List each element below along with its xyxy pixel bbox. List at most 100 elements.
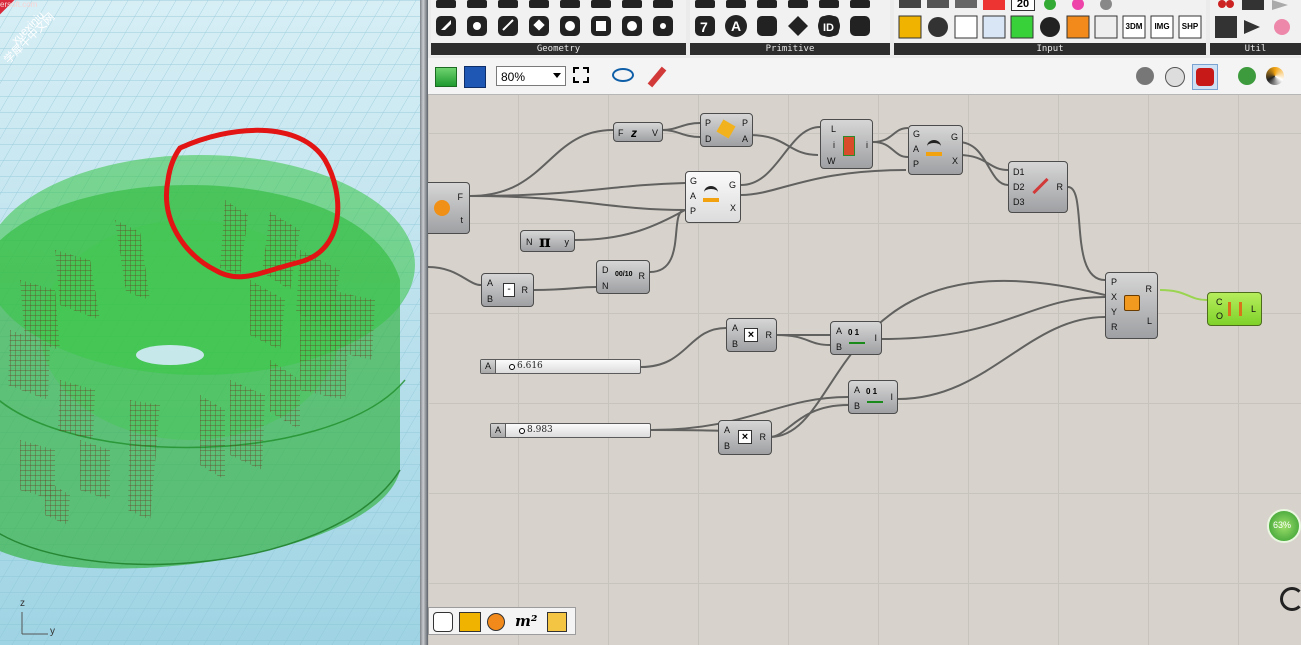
area-icon[interactable]: m² [515, 612, 537, 630]
port-out[interactable]: R [639, 271, 646, 281]
sketch-pen-icon[interactable] [647, 66, 667, 88]
component-lines[interactable]: C O L [1207, 292, 1262, 326]
bake-icon[interactable] [1238, 67, 1256, 85]
port-in[interactable]: A [487, 278, 493, 288]
graph-icon[interactable] [459, 612, 481, 632]
port-in[interactable]: B [487, 294, 493, 304]
port-in[interactable]: D1 [1013, 167, 1025, 177]
port-in[interactable]: D2 [1013, 182, 1025, 192]
zoom-select[interactable]: 80% [496, 66, 566, 86]
preview-shaded-icon[interactable] [1165, 67, 1185, 87]
port-in[interactable]: D [705, 134, 712, 144]
color-wheel-icon[interactable] [1266, 67, 1284, 85]
open-file-icon[interactable] [435, 67, 457, 87]
port-in[interactable]: B [854, 401, 860, 411]
save-file-icon[interactable] [464, 66, 486, 88]
port-in[interactable]: P [1111, 277, 1117, 287]
component-range-2[interactable]: A B 0 1 I [848, 380, 898, 414]
port-in[interactable]: D3 [1013, 197, 1025, 207]
port-out[interactable]: G [951, 132, 958, 142]
port-in[interactable]: A [690, 191, 696, 201]
port-out[interactable]: I [874, 333, 877, 343]
number-slider-2[interactable]: A 8.983 [490, 423, 651, 438]
port-in[interactable]: F [618, 128, 624, 138]
port-out[interactable]: t [460, 215, 463, 225]
port-in[interactable]: P [690, 206, 696, 216]
port-in[interactable]: D [602, 265, 609, 275]
port-in[interactable]: N [526, 237, 533, 247]
viewport-splitter[interactable] [420, 0, 428, 645]
port-out[interactable]: F [458, 192, 464, 202]
input-icon-20[interactable]: 20 [1011, 0, 1035, 11]
port-out[interactable]: R [1146, 284, 1153, 294]
navigation-compass[interactable] [1280, 587, 1301, 611]
zoom-extents-icon[interactable] [573, 67, 589, 83]
component-deconstruct-z[interactable]: F V z [613, 122, 663, 142]
port-out[interactable]: R [760, 432, 767, 442]
port-out[interactable]: R [522, 285, 529, 295]
port-in[interactable]: W [827, 156, 836, 166]
port-in[interactable]: A [732, 323, 738, 333]
port-in[interactable]: i [833, 140, 835, 150]
port-in[interactable]: A [724, 425, 730, 435]
port-out[interactable]: V [652, 128, 658, 138]
preview-eye-icon[interactable] [612, 68, 634, 82]
number-slider-1[interactable]: A 6.616 [480, 359, 641, 374]
rhino-viewport[interactable]: xuexiniu 学犀牛中文网 ersoft.com z y [0, 0, 420, 645]
port-in[interactable]: B [732, 339, 738, 349]
port-out[interactable]: P [742, 118, 748, 128]
input-icon-shp[interactable]: SHP [1179, 22, 1201, 31]
port-out[interactable]: I [890, 392, 893, 402]
port-out[interactable]: y [565, 237, 570, 247]
port-out[interactable]: i [866, 140, 868, 150]
port-out[interactable]: X [952, 156, 958, 166]
port-out[interactable]: R [1057, 182, 1064, 192]
port-in[interactable]: X [1111, 292, 1117, 302]
slider-knob[interactable] [519, 428, 525, 434]
port-out[interactable]: G [729, 180, 736, 190]
preview-wire-icon[interactable] [1136, 67, 1154, 85]
component-merge[interactable]: D1 D2 D3 R [1008, 161, 1068, 213]
port-in[interactable]: A [854, 385, 860, 395]
port-in[interactable]: B [724, 441, 730, 451]
component-rotate-2[interactable]: G A P G X [685, 171, 741, 223]
port-in[interactable]: R [1111, 322, 1118, 332]
component-multiply-2[interactable]: A B × R [718, 420, 772, 455]
sphere-icon[interactable] [433, 612, 453, 632]
port-in[interactable]: G [913, 129, 920, 139]
clock-icon[interactable] [487, 613, 505, 631]
port-out[interactable]: L [1147, 316, 1152, 326]
component-division[interactable]: D N 00/10 R [596, 260, 650, 294]
port-in[interactable]: L [831, 124, 836, 134]
port-out[interactable]: A [742, 134, 748, 144]
grasshopper-canvas[interactable]: F t F V z P D P A L i W i G A P G X D1 D… [428, 95, 1301, 645]
arrow-up-icon[interactable] [547, 612, 567, 632]
component-list-item[interactable]: L i W i [820, 119, 873, 169]
port-in[interactable]: A [913, 144, 919, 154]
port-in[interactable]: O [1216, 311, 1223, 321]
port-out[interactable]: X [730, 203, 736, 213]
port-in[interactable]: G [690, 176, 697, 186]
minus-icon: - [503, 283, 515, 297]
port-in[interactable]: N [602, 281, 609, 291]
input-icon-3dm[interactable]: 3DM [1123, 22, 1145, 31]
port-in[interactable]: B [836, 342, 842, 352]
port-in[interactable]: P [913, 159, 919, 169]
port-in[interactable]: C [1216, 297, 1223, 307]
slider-knob[interactable] [509, 364, 515, 370]
component-plane-normal[interactable]: P D P A [700, 113, 753, 147]
component-graph-mapper[interactable]: P X Y R R L [1105, 272, 1158, 339]
component-range-1[interactable]: A B 0 1 I [830, 321, 882, 355]
component-subtract[interactable]: A B - R [481, 273, 534, 307]
port-in[interactable]: A [836, 326, 842, 336]
component-pi[interactable]: N π y [520, 230, 575, 252]
port-in[interactable]: P [705, 118, 711, 128]
port-in[interactable]: Y [1111, 307, 1117, 317]
component-multiply-1[interactable]: A B × R [726, 318, 777, 352]
input-icon-img[interactable]: IMG [1151, 22, 1173, 31]
port-out[interactable]: R [766, 330, 773, 340]
port-out[interactable]: L [1251, 304, 1256, 314]
component-geometry-param[interactable]: F t [428, 182, 470, 234]
component-rotate-1[interactable]: G A P G X [908, 125, 963, 175]
preview-selected-icon[interactable] [1192, 64, 1218, 90]
